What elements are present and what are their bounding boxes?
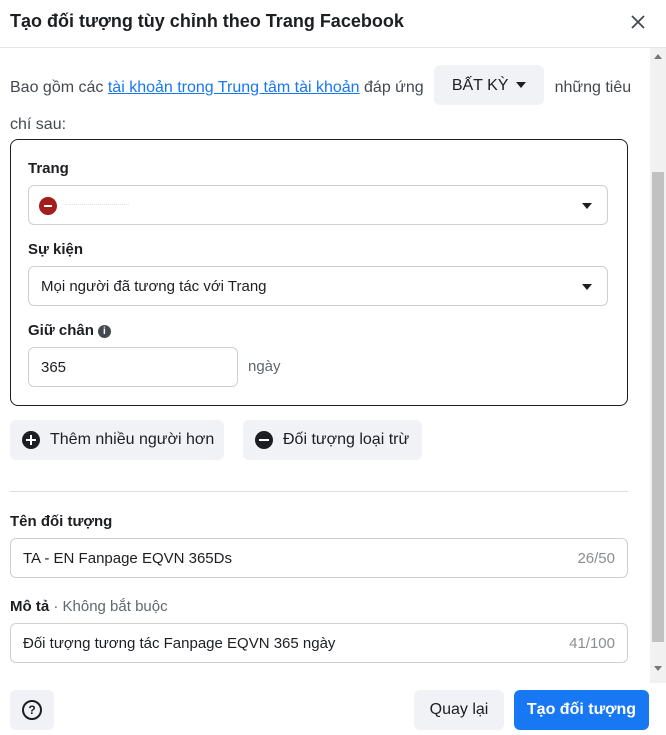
retention-label-text: Giữ chân: [28, 322, 94, 339]
event-select[interactable]: Mọi người đã tương tác với Trang: [28, 266, 608, 306]
match-any-dropdown[interactable]: BẤT KỲ: [434, 65, 545, 105]
scroll-up-arrow-icon[interactable]: [654, 54, 662, 59]
accounts-center-link[interactable]: tài khoản trong Trung tâm tài khoản: [108, 79, 360, 96]
page-select[interactable]: [28, 185, 608, 225]
exclude-label: Đối tượng loại trừ: [283, 431, 410, 448]
include-more-button[interactable]: Thêm nhiều người hơn: [10, 420, 224, 460]
audience-name-label: Tên đối tượng: [10, 513, 113, 530]
retention-label: Giữ chân i: [28, 322, 111, 339]
description-label-text: Mô tả: [10, 598, 50, 615]
create-audience-button[interactable]: Tạo đối tượng: [514, 690, 649, 730]
page-label: Trang: [28, 160, 69, 177]
scrollbar[interactable]: [650, 48, 666, 683]
question-icon: ?: [22, 700, 42, 720]
caret-down-icon: [582, 203, 592, 209]
dialog-title: Tạo đối tượng tùy chỉnh theo Trang Faceb…: [10, 11, 404, 31]
plus-circle-icon: [22, 431, 40, 449]
description-optional: · Không bắt buộc: [53, 598, 168, 615]
criteria-box: Trang Sự kiện Mọi người đã tương tác với…: [10, 139, 628, 406]
dialog-body: Bao gồm các tài khoản trong Trung tâm tà…: [0, 48, 666, 683]
description-label: Mô tả · Không bắt buộc: [10, 598, 168, 615]
close-button[interactable]: [624, 8, 652, 36]
audience-name-input[interactable]: TA - EN Fanpage EQVN 365Ds 26/50: [10, 538, 628, 578]
dialog-footer: ? Quay lại Tạo đối tượng: [0, 683, 666, 735]
intro-middle: đáp ứng: [364, 79, 424, 97]
close-icon: [631, 15, 645, 29]
retention-unit: ngày: [248, 358, 281, 375]
event-label: Sự kiện: [28, 241, 84, 258]
minus-circle-icon: [255, 431, 273, 449]
section-divider: [10, 491, 628, 492]
back-button[interactable]: Quay lại: [414, 690, 504, 730]
scroll-down-arrow-icon[interactable]: [654, 666, 662, 671]
page-name-redacted: [65, 204, 129, 210]
dialog-header: Tạo đối tượng tùy chỉnh theo Trang Faceb…: [0, 0, 666, 48]
exclude-button[interactable]: Đối tượng loại trừ: [243, 420, 422, 460]
event-select-value: Mọi người đã tương tác với Trang: [41, 278, 267, 295]
retention-days-value: 365: [41, 359, 67, 376]
audience-name-count: 26/50: [577, 550, 615, 567]
audience-name-value: TA - EN Fanpage EQVN 365Ds: [23, 550, 232, 567]
description-count: 41/100: [569, 635, 615, 652]
match-any-value: BẤT KỲ: [451, 76, 509, 94]
create-audience-dialog: Tạo đối tượng tùy chỉnh theo Trang Faceb…: [0, 0, 666, 735]
caret-down-icon: [516, 82, 527, 88]
help-button[interactable]: ?: [10, 690, 54, 730]
scroll-thumb[interactable]: [652, 172, 664, 642]
include-more-label: Thêm nhiều người hơn: [50, 431, 215, 448]
intro-text: Bao gồm các tài khoản trong Trung tâm tà…: [10, 65, 640, 141]
caret-down-icon: [582, 284, 592, 290]
retention-days-input[interactable]: 365: [28, 347, 238, 387]
description-value: Đối tượng tương tác Fanpage EQVN 365 ngà…: [23, 635, 336, 652]
page-avatar-icon: [39, 197, 57, 215]
intro-prefix: Bao gồm các: [10, 79, 104, 97]
description-input[interactable]: Đối tượng tương tác Fanpage EQVN 365 ngà…: [10, 623, 628, 663]
info-icon[interactable]: i: [97, 325, 111, 338]
